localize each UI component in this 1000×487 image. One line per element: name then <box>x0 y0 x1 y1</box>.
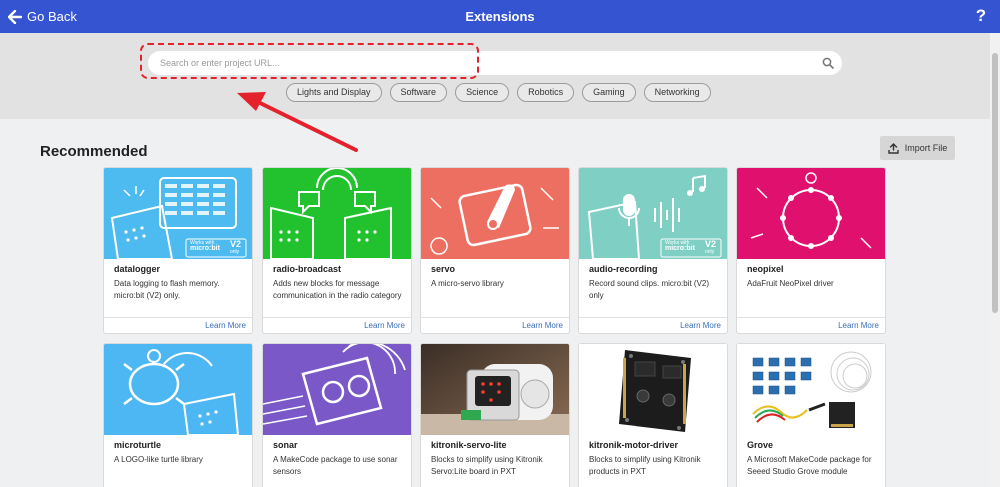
radio-broadcast-illustration-icon <box>263 168 411 259</box>
card-description: Adds new blocks for message communicatio… <box>273 279 402 300</box>
card-name: radio-broadcast <box>273 264 342 274</box>
card-description: Record sound clips. micro:bit (V2) only <box>589 279 710 300</box>
scrollbar[interactable] <box>990 33 1000 487</box>
card-image <box>737 344 885 435</box>
microturtle-illustration-icon <box>104 344 252 435</box>
extension-card-kitronik-servo-lite[interactable]: kitronik-servo-lite Blocks to simplify u… <box>420 343 570 487</box>
card-description: A micro-servo library <box>431 279 504 288</box>
extension-card-microturtle[interactable]: microturtle A LOGO-like turtle library <box>103 343 253 487</box>
extension-card-servo[interactable]: servo A micro-servo library Learn More <box>420 167 570 334</box>
learn-more-link[interactable]: Learn More <box>421 317 569 333</box>
card-name: neopixel <box>747 264 784 274</box>
card-image <box>737 168 885 259</box>
card-description: A Microsoft MakeCode package for Seeed S… <box>747 455 872 476</box>
extension-card-grove[interactable]: Grove A Microsoft MakeCode package for S… <box>736 343 886 487</box>
upload-icon <box>888 142 899 154</box>
chip-lights-and-display[interactable]: Lights and Display <box>286 83 382 102</box>
extension-card-audio-recording[interactable]: Works with micro:bit V2 only audio-recor… <box>578 167 728 334</box>
card-name: Grove <box>747 440 774 450</box>
card-description: Data logging to flash memory. micro:bit … <box>114 279 220 300</box>
chip-gaming[interactable]: Gaming <box>582 83 636 102</box>
chip-networking[interactable]: Networking <box>643 83 711 102</box>
card-description: Blocks to simplify using Kitronik produc… <box>589 455 701 476</box>
card-name: sonar <box>273 440 298 450</box>
card-image <box>263 168 411 259</box>
card-name: kitronik-servo-lite <box>431 440 507 450</box>
extension-card-kitronik-motor-driver[interactable]: kitronik-motor-driver Blocks to simplify… <box>578 343 728 487</box>
card-name: audio-recording <box>589 264 658 274</box>
kitronik-motor-driver-photo <box>579 344 727 435</box>
learn-more-link[interactable]: Learn More <box>104 317 252 333</box>
learn-more-link[interactable]: Learn More <box>579 317 727 333</box>
extension-card-radio-broadcast[interactable]: radio-broadcast Adds new blocks for mess… <box>262 167 412 334</box>
extension-card-neopixel[interactable]: neopixel AdaFruit NeoPixel driver Learn … <box>736 167 886 334</box>
v2-badge: V2 only <box>705 239 717 256</box>
search-area <box>0 33 990 119</box>
neopixel-illustration-icon <box>737 168 885 259</box>
import-file-button[interactable]: Import File <box>880 136 955 160</box>
card-description: A MakeCode package to use sonar sensors <box>273 455 398 476</box>
works-with-badge: Works with micro:bit <box>190 240 220 252</box>
search-box <box>148 51 842 75</box>
search-icon[interactable] <box>822 57 834 69</box>
card-name: kitronik-motor-driver <box>589 440 679 450</box>
search-input[interactable] <box>160 51 810 75</box>
card-image <box>421 168 569 259</box>
chip-software[interactable]: Software <box>389 83 448 102</box>
kitronik-servo-lite-photo <box>421 344 569 435</box>
card-image <box>263 344 411 435</box>
import-file-label: Import File <box>904 143 948 153</box>
card-description: AdaFruit NeoPixel driver <box>747 279 834 288</box>
learn-more-link[interactable]: Learn More <box>263 317 411 333</box>
extension-card-sonar[interactable]: sonar A MakeCode package to use sonar se… <box>262 343 412 487</box>
go-back-label: Go Back <box>27 9 77 24</box>
extension-card-datalogger[interactable]: Works with micro:bit V2 only datalogger … <box>103 167 253 334</box>
card-description: Blocks to simplify using Kitronik Servo:… <box>431 455 543 476</box>
servo-illustration-icon <box>421 168 569 259</box>
card-image: Works with micro:bit V2 only <box>579 168 727 259</box>
card-image: Works with micro:bit V2 only <box>104 168 252 259</box>
card-name: datalogger <box>114 264 161 274</box>
grove-photo <box>737 344 885 435</box>
works-with-badge: Works with micro:bit <box>665 240 695 252</box>
card-name: servo <box>431 264 456 274</box>
learn-more-link[interactable]: Learn More <box>737 317 885 333</box>
page-title: Extensions <box>465 9 535 24</box>
help-icon[interactable]: ? <box>974 6 988 26</box>
arrow-left-icon <box>8 9 22 24</box>
category-chips: Lights and Display Software Science Robo… <box>286 83 711 102</box>
sonar-illustration-icon <box>263 344 411 435</box>
card-image <box>104 344 252 435</box>
go-back-button[interactable]: Go Back <box>8 0 77 33</box>
card-description: A LOGO-like turtle library <box>114 455 203 464</box>
chip-science[interactable]: Science <box>455 83 510 102</box>
top-bar: Go Back Extensions ? <box>0 0 1000 33</box>
card-name: microturtle <box>114 440 162 450</box>
section-title-recommended: Recommended <box>40 143 148 160</box>
chip-robotics[interactable]: Robotics <box>517 83 575 102</box>
v2-badge: V2 only <box>230 239 242 256</box>
scrollbar-thumb[interactable] <box>992 53 998 313</box>
card-image <box>421 344 569 435</box>
card-image <box>579 344 727 435</box>
